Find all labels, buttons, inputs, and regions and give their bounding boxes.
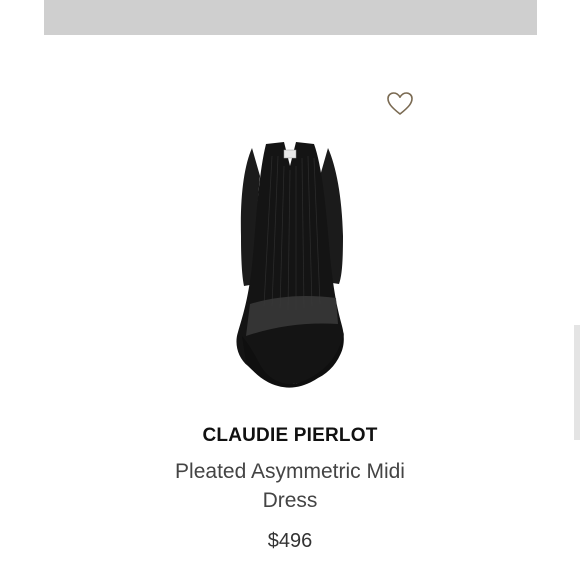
brand-name[interactable]: CLAUDIE PIERLOT bbox=[0, 425, 580, 447]
product-title[interactable]: Pleated Asymmetric Midi Dress bbox=[150, 457, 430, 515]
previous-card-image[interactable] bbox=[44, 0, 537, 35]
heart-icon bbox=[387, 92, 413, 115]
product-image[interactable] bbox=[226, 136, 354, 390]
wishlist-button[interactable] bbox=[386, 91, 414, 117]
scrollbar-thumb[interactable] bbox=[574, 325, 580, 440]
dress-label bbox=[283, 149, 297, 159]
product-card-page: CLAUDIE PIERLOT Pleated Asymmetric Midi … bbox=[0, 0, 580, 580]
product-price: $496 bbox=[267, 530, 313, 552]
